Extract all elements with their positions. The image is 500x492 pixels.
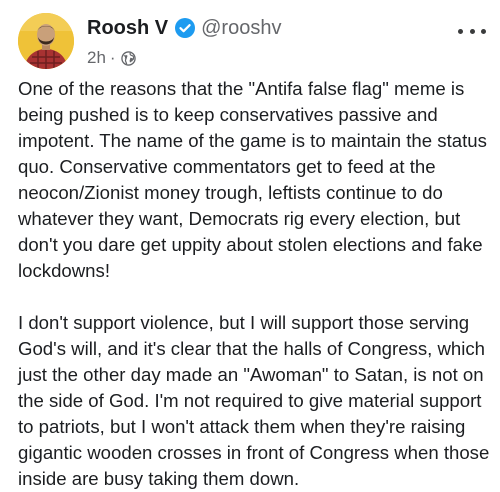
post-paragraph: I don't support violence, but I will sup… — [18, 312, 490, 489]
more-options-icon[interactable] — [458, 25, 486, 37]
timestamp[interactable]: 2h — [87, 48, 106, 68]
globe-icon — [120, 50, 136, 66]
more-dot — [481, 28, 486, 34]
more-dot — [458, 28, 463, 34]
author-handle[interactable]: @rooshv — [201, 15, 281, 41]
avatar-image — [18, 13, 74, 69]
author-name[interactable]: Roosh V — [87, 15, 168, 41]
more-dot — [469, 28, 475, 34]
post-meta: 2h · — [87, 47, 136, 69]
verified-badge-icon — [175, 18, 196, 38]
post-paragraph: One of the reasons that the "Antifa fals… — [18, 78, 487, 281]
author-row: Roosh V @rooshv — [87, 15, 281, 41]
avatar[interactable] — [18, 13, 74, 69]
post-body: One of the reasons that the "Antifa fals… — [18, 76, 498, 492]
meta-separator: · — [109, 48, 116, 67]
post: Roosh V @rooshv 2h · One of the reasons … — [0, 0, 500, 491]
